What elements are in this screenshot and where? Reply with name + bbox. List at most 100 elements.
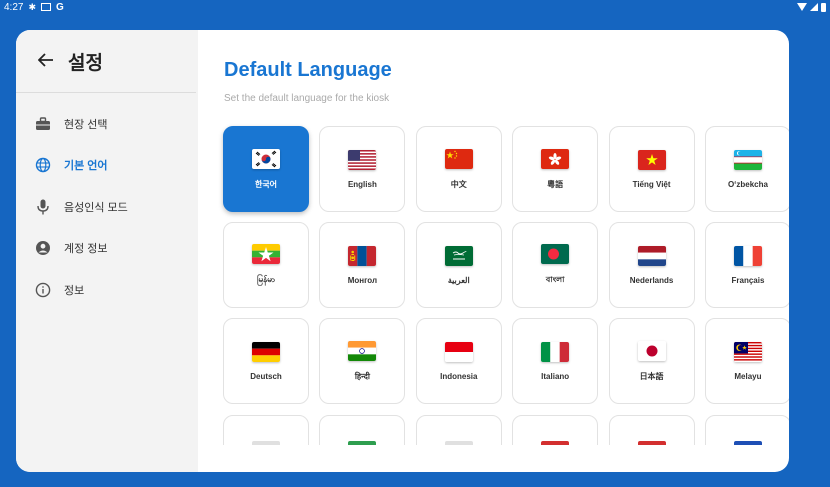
page-title: Default Language — [224, 59, 392, 81]
flag-india-icon — [348, 340, 377, 361]
sidebar-item-label: 음성인식 모드 — [64, 201, 128, 214]
flag-mongolia-icon — [348, 245, 377, 266]
language-tile-french[interactable]: Français — [704, 222, 789, 308]
flag-hongkong-icon — [541, 148, 570, 169]
language-label: Italiano — [541, 371, 570, 381]
language-label: O‘zbekcha — [727, 179, 768, 189]
language-tile-burmese[interactable]: မြန်မာ — [223, 222, 309, 308]
battery-icon — [821, 2, 826, 12]
status-time: 4:27 — [4, 1, 24, 13]
sidebar-item-voice-mode[interactable]: 음성인식 모드 — [16, 186, 198, 228]
language-tile-partial[interactable] — [223, 415, 309, 445]
language-label: हिन्दी — [354, 371, 370, 381]
language-tile-dutch[interactable]: Nederlands — [608, 222, 695, 308]
sidebar-item-label: 현장 선택 — [64, 118, 108, 131]
flag-myanmar-icon — [252, 244, 280, 264]
sidebar-item-info[interactable]: 정보 — [16, 269, 198, 311]
flag-partial-icon — [733, 441, 762, 445]
main-panel: Default Language Set the default languag… — [198, 30, 789, 472]
settings-title: 설정 — [68, 52, 103, 74]
flag-indonesia-icon — [444, 341, 473, 362]
language-tile-mongolian[interactable]: Монгол — [319, 222, 406, 308]
flag-bangladesh-icon — [541, 243, 570, 264]
flag-saudi-arabia-icon — [444, 245, 473, 266]
info-icon — [34, 281, 52, 299]
flag-netherlands-icon — [637, 245, 666, 266]
sidebar-nav: 현장 선택 기본 언어 음성인식 모드 계정 정보 정보 — [16, 103, 198, 311]
briefcase-icon — [34, 115, 52, 133]
language-tile-english[interactable]: English — [319, 126, 406, 212]
sidebar: 설정 현장 선택 기본 언어 음성인식 모드 계정 정보 정보 — [16, 30, 198, 472]
language-grid: 한국어 English 中文 粵語 Tiếng Việt O‘zbekcha မ… — [223, 126, 789, 404]
language-tile-partial[interactable] — [319, 415, 406, 445]
flag-partial-icon — [637, 441, 666, 445]
sidebar-item-account[interactable]: 계정 정보 — [16, 228, 198, 270]
back-arrow-icon[interactable] — [37, 51, 58, 72]
language-label: မြန်မာ — [257, 275, 275, 284]
language-tile-uzbek[interactable]: O‘zbekcha — [704, 126, 789, 212]
language-tile-vietnamese[interactable]: Tiếng Việt — [608, 126, 695, 212]
flag-uzbekistan-icon — [733, 149, 762, 170]
account-icon — [34, 239, 52, 257]
settings-gear-icon: ✱ — [28, 2, 37, 12]
sidebar-item-label: 기본 언어 — [64, 160, 108, 173]
language-label: Français — [731, 275, 765, 285]
language-tile-japanese[interactable]: 日本語 — [608, 318, 695, 404]
language-tile-partial[interactable] — [704, 415, 789, 445]
language-tile-hindi[interactable]: हिन्दी — [319, 318, 406, 404]
google-icon: G — [56, 1, 64, 13]
language-label: Tiếng Việt — [632, 179, 671, 189]
flag-vietnam-icon — [637, 149, 666, 170]
microphone-icon — [34, 198, 52, 216]
language-tile-partial[interactable] — [512, 415, 599, 445]
language-tile-indonesian[interactable]: Indonesia — [415, 318, 502, 404]
signal-icon — [810, 3, 818, 11]
language-tile-partial[interactable] — [608, 415, 695, 445]
language-tile-arabic[interactable]: العربية — [415, 222, 502, 308]
flag-japan-icon — [637, 340, 666, 361]
language-label: Melayu — [734, 371, 762, 381]
flag-germany-icon — [252, 341, 280, 362]
language-label: Deutsch — [250, 371, 282, 381]
language-tile-chinese[interactable]: 中文 — [415, 126, 502, 212]
status-bar: 4:27 ✱ G — [0, 0, 830, 14]
settings-card: 설정 현장 선택 기본 언어 음성인식 모드 계정 정보 정보 Default … — [16, 30, 789, 472]
flag-partial-icon — [541, 441, 570, 445]
language-label: العربية — [447, 275, 470, 285]
language-label: English — [347, 179, 377, 189]
sidebar-item-label: 정보 — [64, 284, 85, 297]
language-label: বাংলা — [545, 274, 565, 284]
language-tile-german[interactable]: Deutsch — [223, 318, 309, 404]
sidebar-item-label: 계정 정보 — [64, 243, 108, 256]
language-label: 粵語 — [547, 179, 564, 189]
language-tile-italian[interactable]: Italiano — [512, 318, 599, 404]
sidebar-item-site-select[interactable]: 현장 선택 — [16, 103, 198, 145]
flag-partial-icon — [252, 441, 280, 445]
wifi-icon — [797, 3, 807, 11]
flag-partial-icon — [444, 441, 473, 445]
flag-usa-icon — [348, 149, 377, 170]
page-subtitle: Set the default language for the kiosk — [224, 93, 390, 104]
language-label: 中文 — [450, 179, 467, 189]
globe-icon — [34, 156, 52, 174]
language-label: 한국어 — [254, 179, 278, 189]
flag-partial-icon — [348, 441, 377, 445]
flag-korea-icon — [252, 148, 280, 169]
sidebar-header: 설정 — [16, 30, 196, 93]
language-grid-partial-row — [223, 415, 789, 445]
flag-china-icon — [444, 148, 473, 169]
flag-malaysia-icon — [733, 341, 762, 362]
language-tile-korean[interactable]: 한국어 — [223, 126, 309, 212]
flag-france-icon — [733, 245, 762, 266]
language-tile-bengali[interactable]: বাংলা — [512, 222, 599, 308]
flag-italy-icon — [541, 341, 570, 362]
language-label: Монгол — [347, 275, 378, 285]
language-label: 日本語 — [639, 371, 664, 381]
language-label: Indonesia — [440, 371, 478, 381]
language-tile-malay[interactable]: Melayu — [704, 318, 789, 404]
language-tile-cantonese[interactable]: 粵語 — [512, 126, 599, 212]
mail-icon — [41, 3, 52, 11]
language-label: Nederlands — [629, 275, 674, 285]
sidebar-item-default-language[interactable]: 기본 언어 — [16, 145, 198, 187]
language-tile-partial[interactable] — [415, 415, 502, 445]
